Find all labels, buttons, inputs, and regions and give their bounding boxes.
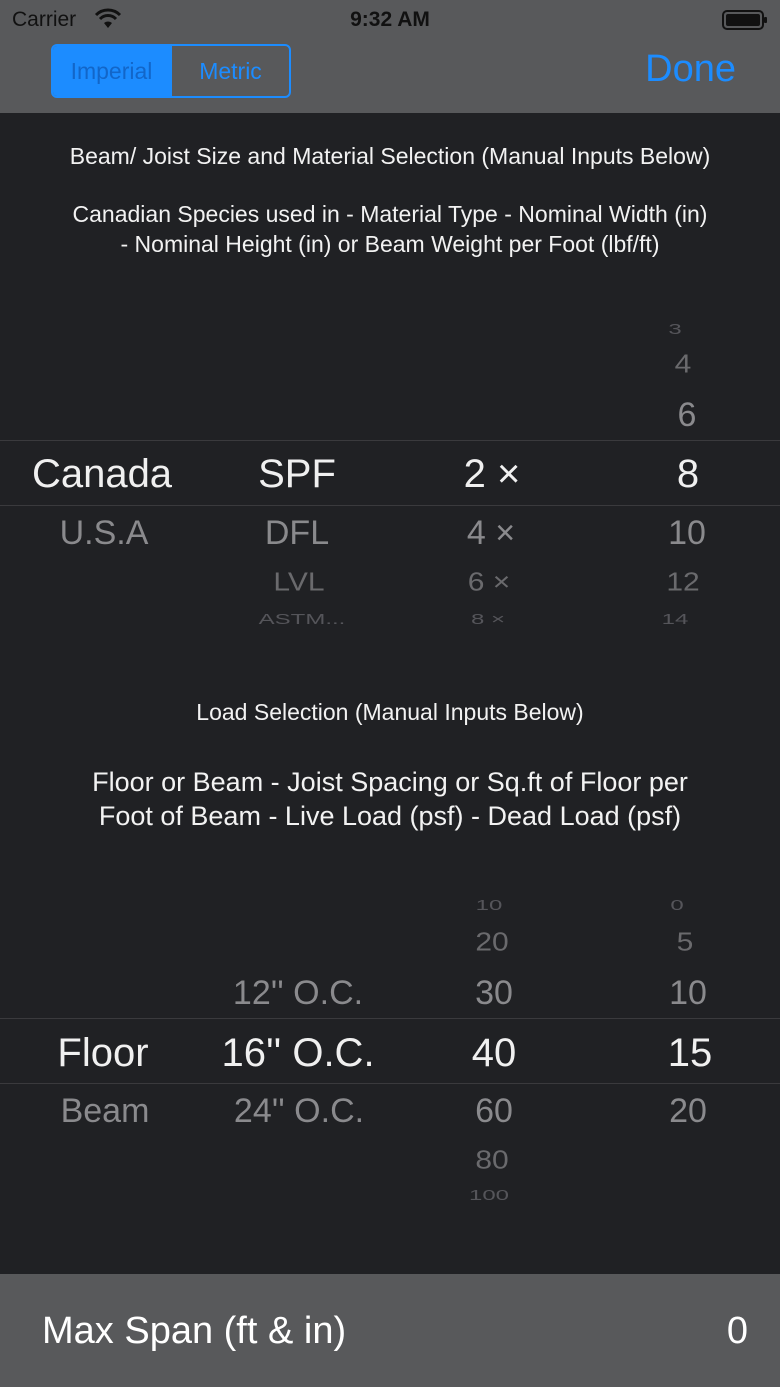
picker-material-option[interactable]: ASTM... [259,613,346,627]
picker-spacing-option[interactable]: 24'' O.C. [234,1094,364,1128]
picker-dead-load-option[interactable]: 10 [669,976,707,1010]
picker-live-load-option[interactable]: 20 [475,930,508,956]
picker-width-option[interactable]: 4 × [467,516,515,550]
load-picker[interactable]: Floor Beam 12'' O.C. 16'' O.C. 24'' O.C.… [0,870,780,1220]
beam-section-title: Beam/ Joist Size and Material Selection … [69,143,711,169]
clock-label: 9:32 AM [350,8,430,31]
beam-section-subtitle-line1: Canadian Species used in - Material Type… [72,201,708,227]
picker-height-option[interactable]: 10 [668,516,706,550]
picker-width-option[interactable]: 8 × [471,613,505,627]
picker-type-selected[interactable]: Floor [57,1033,148,1073]
load-section-title: Load Selection (Manual Inputs Below) [196,699,584,725]
picker-dead-load-option[interactable]: 0 [670,898,683,913]
load-section-subtitle-line2: Foot of Beam - Live Load (psf) - Dead Lo… [98,801,682,831]
segment-imperial[interactable]: Imperial [53,46,170,96]
picker-height-option[interactable]: 12 [666,570,699,596]
status-bar: Carrier 9:32 AM [0,0,780,40]
beam-section-subtitle-line2: - Nominal Height (in) or Beam Weight per… [120,231,660,257]
picker-selection-top-line [0,440,780,441]
max-span-value: 0 [726,1310,748,1352]
picker-height-option[interactable]: 4 [675,352,692,378]
picker-type-option[interactable]: Beam [61,1094,150,1128]
picker-width-selected[interactable]: 2 × [464,454,521,494]
picker-country-option[interactable]: U.S.A [60,516,149,550]
nav-bar: Imperial Metric Done [0,40,780,113]
battery-icon [722,10,767,30]
picker-live-load-option[interactable]: 30 [475,976,513,1010]
picker-height-option[interactable]: 3 [668,322,681,337]
load-section-subtitle-line1: Floor or Beam - Joist Spacing or Sq.ft o… [92,767,688,797]
beam-size-picker[interactable]: Canada U.S.A SPF DFL LVL ASTM... 2 × 4 ×… [0,290,780,640]
picker-live-load-option[interactable]: 80 [475,1148,508,1174]
picker-height-option[interactable]: 6 [678,398,697,432]
picker-height-selected[interactable]: 8 [677,454,699,494]
picker-dead-load-selected[interactable]: 15 [668,1033,713,1073]
picker-live-load-option[interactable]: 10 [476,898,503,913]
picker-width-option[interactable]: 6 × [468,570,511,596]
picker-spacing-option[interactable]: 12'' O.C. [233,976,363,1010]
done-button[interactable]: Done [645,48,736,91]
picker-material-selected[interactable]: SPF [258,454,336,494]
picker-live-load-option[interactable]: 60 [475,1094,513,1128]
picker-live-load-selected[interactable]: 40 [472,1033,517,1073]
picker-height-option[interactable]: 14 [662,613,689,627]
picker-country-selected[interactable]: Canada [32,454,172,494]
segment-metric[interactable]: Metric [170,46,289,96]
picker-dead-load-option[interactable]: 20 [669,1094,707,1128]
picker-spacing-selected[interactable]: 16'' O.C. [221,1033,374,1073]
max-span-result-bar: Max Span (ft & in) 0 [0,1274,780,1387]
picker-material-option[interactable]: DFL [265,516,329,550]
picker-selection-bottom-line [0,1083,780,1084]
units-segmented-control[interactable]: Imperial Metric [51,44,291,98]
picker-dead-load-option[interactable]: 5 [677,930,694,956]
picker-selection-top-line [0,1018,780,1019]
max-span-label: Max Span (ft & in) [42,1310,347,1352]
picker-material-option[interactable]: LVL [273,570,324,596]
picker-live-load-option[interactable]: 100 [469,1189,509,1203]
picker-selection-bottom-line [0,505,780,506]
